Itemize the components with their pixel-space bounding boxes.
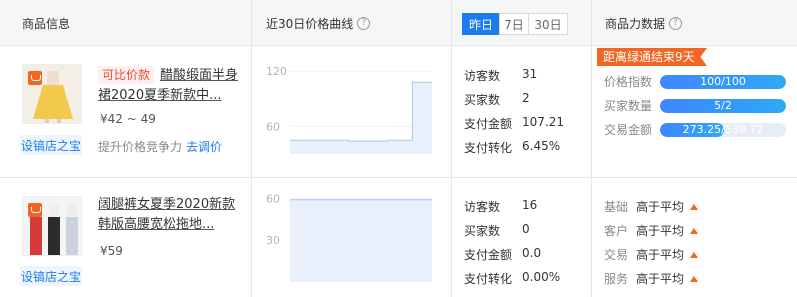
compare-row: 基础 高于平均: [604, 198, 699, 215]
metric-value: 0: [522, 222, 530, 236]
metric-row: 访客数 31: [464, 67, 537, 84]
adjust-price-link[interactable]: 去调价: [186, 140, 222, 154]
power-bar-value: 100/100: [700, 74, 746, 88]
compare-value: 高于平均: [636, 248, 685, 262]
compare-value: 高于平均: [636, 224, 685, 238]
power-bar-value: 273.25/539.72: [682, 122, 764, 136]
shop-assistant-tag[interactable]: 设镐店之宝: [20, 135, 82, 155]
metric-row: 买家数 0: [464, 222, 530, 239]
column-divider: [251, 0, 252, 297]
period-yesterday-button[interactable]: 昨日: [462, 13, 500, 35]
compare-row: 交易 高于平均: [604, 246, 699, 263]
compare-label: 交易: [604, 248, 629, 262]
price-hint: 提升价格竞争力 去调价: [98, 140, 223, 154]
compare-row: 服务 高于平均: [604, 270, 699, 287]
metric-row: 支付转化 6.45%: [464, 139, 560, 156]
metric-value: 0.0: [522, 246, 542, 260]
power-bar-value: 5/2: [714, 98, 732, 112]
price-chart: 120 60: [266, 65, 432, 154]
power-bar: 100/100: [660, 74, 786, 89]
metric-value: 6.45%: [522, 139, 561, 153]
compare-label: 基础: [604, 200, 629, 214]
y-tick-label: 30: [266, 234, 280, 247]
price-area: [290, 199, 432, 282]
row-divider: [0, 177, 797, 178]
metric-value: 0.00%: [522, 270, 561, 284]
metric-value: 16: [522, 198, 538, 212]
compare-row: 客户 高于平均: [604, 222, 699, 239]
up-arrow-icon: [690, 203, 699, 210]
col-product-info: 商品信息: [22, 16, 71, 31]
up-arrow-icon: [690, 275, 699, 282]
metric-label: 支付转化: [464, 141, 513, 155]
metric-label: 访客数: [464, 200, 501, 214]
shop-assistant-tag[interactable]: 设镐店之宝: [20, 266, 82, 286]
metric-value: 31: [522, 67, 538, 81]
product-thumbnail[interactable]: [22, 196, 82, 256]
compare-label: 服务: [604, 272, 629, 286]
compare-value: 高于平均: [636, 272, 685, 286]
product-price: ¥59: [100, 244, 123, 258]
up-arrow-icon: [690, 251, 699, 258]
y-tick-label: 60: [266, 120, 280, 133]
metric-label: 访客数: [464, 69, 501, 83]
power-bar-label: 买家数量: [604, 99, 653, 113]
price-chart: 60 30: [266, 192, 432, 282]
metric-value: 2: [522, 91, 530, 105]
compare-price-tag: 可比价款: [98, 66, 155, 84]
y-tick-label: 120: [266, 65, 287, 78]
product-thumbnail[interactable]: [22, 64, 82, 124]
metric-row: 支付金额 0.0: [464, 246, 541, 263]
col-price-curve: 近30日价格曲线 ?: [266, 0, 371, 46]
period-30d-button[interactable]: 30日: [528, 13, 568, 35]
power-bar-label: 价格指数: [604, 75, 653, 89]
metric-label: 支付金额: [464, 117, 513, 131]
column-divider: [591, 0, 592, 297]
metric-row: 支付转化 0.00%: [464, 270, 560, 287]
price-line: [290, 81, 432, 142]
product-price: ¥42 ~ 49: [100, 112, 156, 126]
metric-label: 买家数: [464, 93, 501, 107]
compare-label: 客户: [604, 224, 629, 238]
product-title[interactable]: 可比价款 醋酸缎面半身裙2020夏季新款中...: [98, 66, 243, 106]
store-badge-icon: [28, 203, 42, 217]
compare-value: 高于平均: [636, 200, 685, 214]
countdown-flag: 距离绿通结束9天: [597, 48, 707, 66]
period-7d-button[interactable]: 7日: [499, 13, 529, 35]
power-bar-row: 交易金额 273.25/539.72: [604, 121, 786, 138]
y-tick-label: 60: [266, 192, 280, 205]
power-bar: 273.25/539.72: [660, 122, 786, 137]
product-title[interactable]: 阔腿裤女夏季2020新款韩版高腰宽松拖地...: [98, 195, 243, 235]
metric-row: 访客数 16: [464, 198, 537, 215]
period-switch: 昨日 7日 30日: [462, 13, 568, 35]
price-area: [290, 82, 432, 154]
metric-label: 支付金额: [464, 248, 513, 262]
metric-row: 买家数 2: [464, 91, 530, 108]
power-bar-row: 价格指数 100/100: [604, 73, 786, 90]
help-icon[interactable]: ?: [669, 16, 683, 30]
power-bar-row: 买家数量 5/2: [604, 97, 786, 114]
column-divider: [451, 0, 452, 297]
metric-row: 支付金额 107.21: [464, 115, 564, 132]
metric-label: 支付转化: [464, 272, 513, 286]
store-badge-icon: [28, 71, 42, 85]
metric-label: 买家数: [464, 224, 501, 238]
col-power-data: 商品力数据 ?: [605, 0, 683, 46]
help-icon[interactable]: ?: [357, 16, 371, 30]
power-bar-label: 交易金额: [604, 123, 653, 137]
power-bar: 5/2: [660, 98, 786, 113]
thumb-skirt-2: [30, 217, 42, 255]
up-arrow-icon: [690, 227, 699, 234]
metric-value: 107.21: [522, 115, 564, 129]
